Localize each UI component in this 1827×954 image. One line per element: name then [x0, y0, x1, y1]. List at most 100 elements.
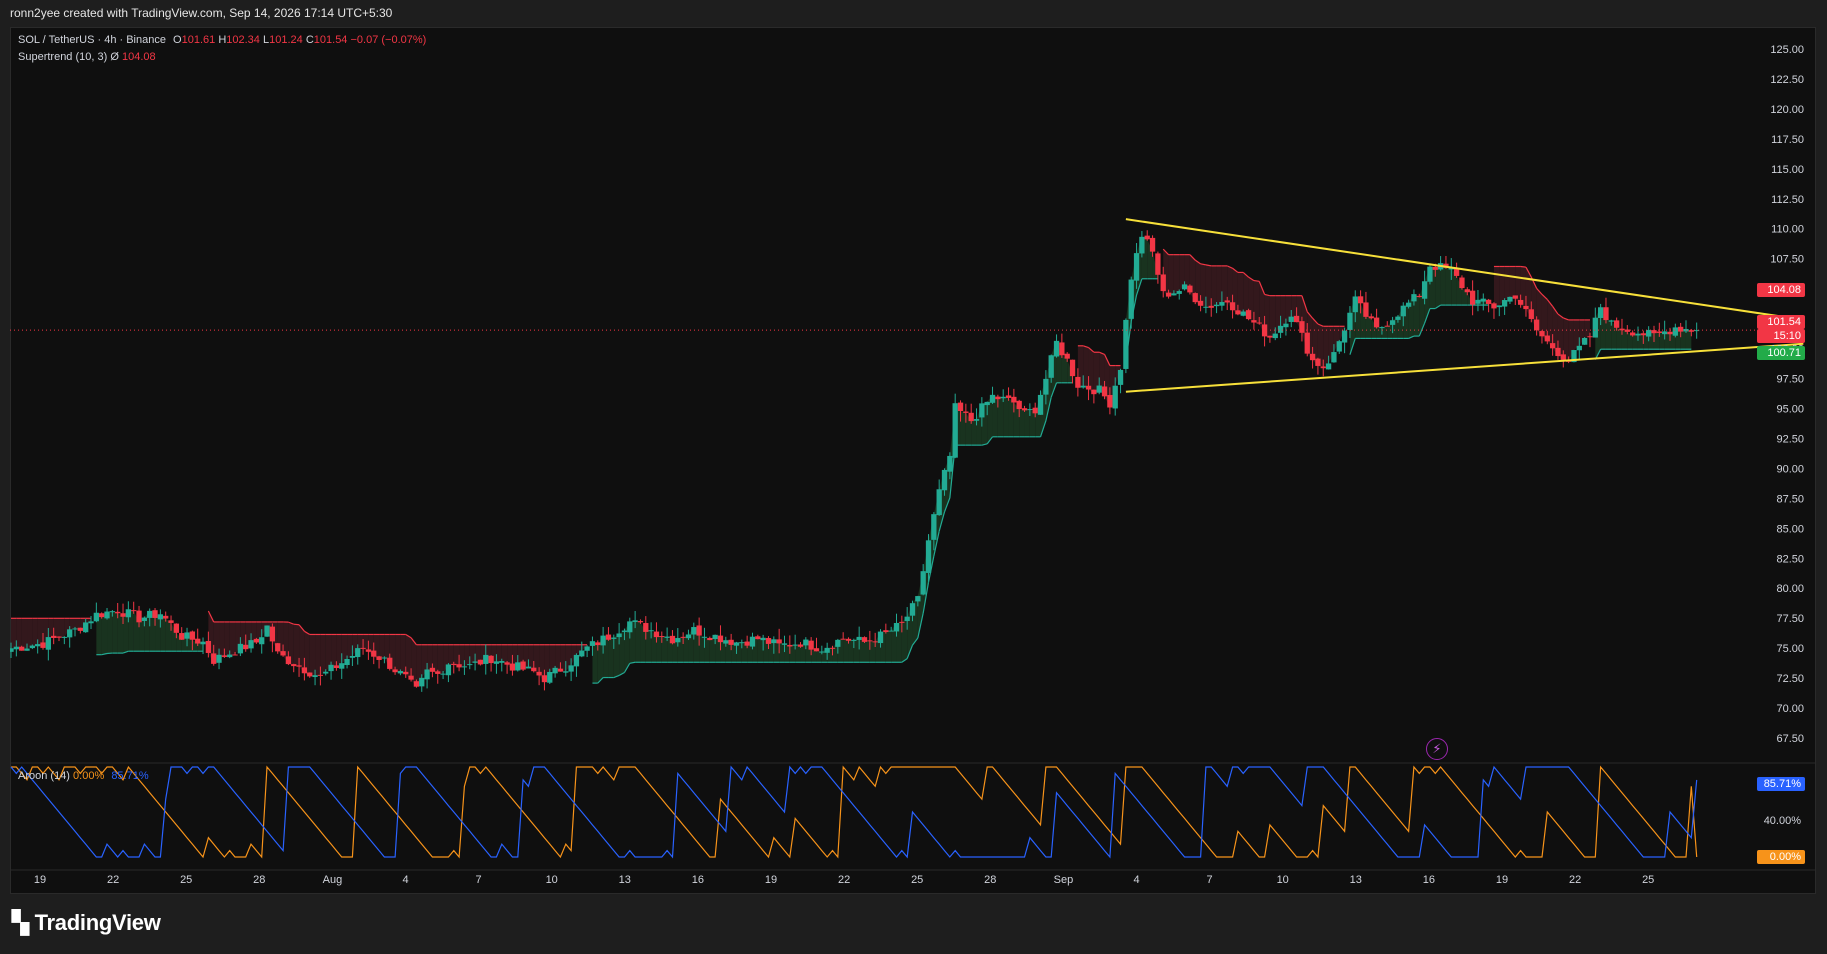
- supertrend-fill: [971, 419, 977, 446]
- candle-body: [819, 651, 825, 653]
- supertrend-fill: [165, 618, 172, 652]
- candle-body: [1683, 328, 1689, 332]
- supertrend-fill: [293, 624, 300, 667]
- candle-body: [808, 640, 814, 650]
- supertrend-fill: [400, 634, 406, 675]
- candle-body: [1485, 299, 1492, 304]
- candle-body: [845, 638, 852, 641]
- candle-body: [264, 625, 270, 637]
- candle-body: [589, 641, 596, 646]
- candle-body: [1688, 330, 1694, 332]
- axes-layer: 125.00 122.50 120.00 117.50 115.00 112.50 110.…: [34, 44, 1804, 886]
- candle-body: [1224, 300, 1230, 303]
- candle-body: [35, 644, 41, 647]
- candle-body: [403, 671, 409, 675]
- candle-body: [861, 637, 868, 642]
- candle-body: [152, 610, 158, 618]
- candle-body: [632, 620, 638, 622]
- supertrend-fill: [16, 618, 22, 651]
- supertrend-fill: [1653, 332, 1660, 350]
- candle-body: [1272, 333, 1278, 339]
- supertrend-fill: [1003, 396, 1009, 437]
- supertrend-fill: [645, 630, 652, 663]
- candle-body: [712, 634, 718, 640]
- candle-body: [467, 664, 473, 666]
- candle-body: [925, 540, 932, 573]
- aroon-legend[interactable]: Aroon (14) 0.00% 85.71%: [18, 770, 149, 782]
- supertrend-fill: [32, 618, 38, 646]
- candle-body: [189, 631, 196, 640]
- candle-body: [1347, 312, 1353, 330]
- candle-body: [147, 610, 153, 618]
- x-tick-label: 25: [1642, 874, 1654, 886]
- candle-body: [355, 648, 361, 658]
- candle-body: [88, 621, 94, 624]
- candle-body: [947, 455, 953, 472]
- x-tick-label: 16: [1423, 874, 1435, 886]
- candle-body: [157, 614, 164, 620]
- candle-body: [307, 672, 313, 677]
- candle-body: [931, 514, 937, 540]
- supertrend-fill: [112, 611, 118, 654]
- supertrend-fill: [960, 411, 966, 446]
- supertrend-fill: [1280, 295, 1286, 326]
- supertrend-fill: [555, 644, 561, 672]
- y-tick-label: 92.50: [1776, 433, 1804, 445]
- chart-svg[interactable]: 125.00 122.50 120.00 117.50 115.00 112.50 110.…: [10, 27, 1816, 894]
- supertrend-fill: [427, 644, 433, 672]
- candle-body: [920, 571, 926, 595]
- candle-body: [1165, 292, 1172, 297]
- supertrend-fill: [699, 635, 705, 663]
- open-value: 101.61: [181, 34, 216, 46]
- supertrend-fill: [1616, 327, 1622, 350]
- candle-body: [541, 675, 548, 683]
- candle-body: [1614, 320, 1620, 328]
- candle-body: [1251, 320, 1257, 323]
- lightning-icon[interactable]: ⚡: [1426, 738, 1448, 760]
- candle-body: [765, 637, 772, 644]
- y-tick-label: 107.50: [1770, 254, 1804, 266]
- supertrend-fill: [1083, 345, 1089, 390]
- y-tick-label: 85.00: [1776, 523, 1804, 535]
- aroon-label: Aroon (14): [18, 770, 70, 782]
- candle-body: [717, 635, 724, 643]
- symbol-label[interactable]: SOL / TetherUS · 4h · Binance: [18, 34, 166, 46]
- x-tick-label: 10: [1277, 874, 1289, 886]
- supertrend-fill: [1323, 326, 1329, 369]
- y-tick-label: 115.00: [1771, 164, 1804, 176]
- candle-body: [1069, 359, 1076, 377]
- candle-body: [51, 635, 57, 639]
- candle-body: [1000, 396, 1006, 399]
- candle-body: [184, 632, 190, 639]
- candle-body: [1656, 331, 1662, 333]
- supertrend-fill: [997, 396, 1004, 437]
- supertrend-symbol: Ø: [110, 51, 119, 63]
- candle-body: [1533, 319, 1540, 331]
- candle-body: [1064, 353, 1070, 359]
- footer: ▚ TradingView: [0, 896, 1827, 954]
- candle-body: [1389, 320, 1396, 325]
- candle-body: [1197, 300, 1204, 306]
- supertrend-legend[interactable]: Supertrend (10, 3) Ø 104.08: [18, 51, 156, 63]
- supertrend-fill: [59, 618, 65, 638]
- candle-body: [1603, 307, 1609, 321]
- tradingview-logo[interactable]: ▚ TradingView: [12, 910, 161, 936]
- y-tick-label: 97.50: [1776, 374, 1804, 386]
- candle-body: [893, 623, 900, 632]
- candle-body: [472, 661, 478, 663]
- candle-body: [669, 635, 676, 644]
- candle-body: [504, 662, 510, 665]
- x-tick-label: 22: [107, 874, 119, 886]
- x-tick-label: 28: [984, 874, 996, 886]
- supertrend-fill: [757, 637, 764, 663]
- candle-body: [312, 675, 318, 678]
- aroon-up-value: 0.00%: [73, 770, 105, 782]
- candle-body: [744, 641, 750, 646]
- candle-body: [1549, 343, 1556, 349]
- candle-body: [40, 642, 46, 648]
- candle-body: [237, 643, 244, 654]
- supertrend-fill: [48, 618, 54, 639]
- candle-body: [685, 634, 692, 639]
- candle-body: [248, 640, 254, 649]
- candle-body: [824, 647, 830, 653]
